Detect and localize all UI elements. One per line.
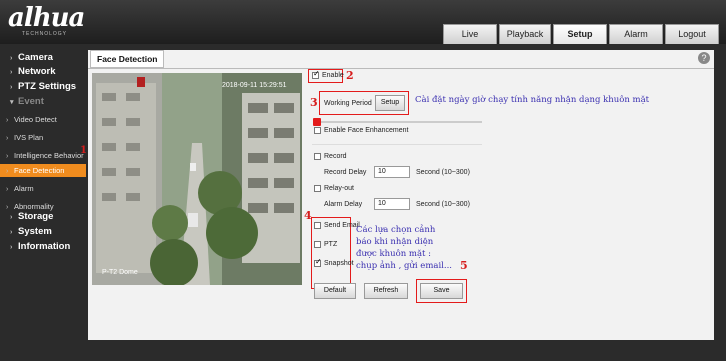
snapshot-checkbox[interactable] bbox=[314, 257, 322, 267]
chevron-right-icon: › bbox=[6, 153, 9, 160]
record-delay-unit: Second (10~300) bbox=[416, 169, 470, 176]
chevron-down-icon: ▾ bbox=[10, 99, 14, 106]
alarm-delay-input[interactable]: 10 bbox=[374, 198, 410, 210]
video-timestamp-overlay: 2018-09-11 15:29:51 bbox=[222, 82, 287, 89]
annotation-note-working-period: Cài đặt ngày giờ chạy tính năng nhận dạn… bbox=[415, 95, 650, 105]
sidebar-item-ivs-plan[interactable]: › IVS Plan bbox=[0, 131, 86, 145]
working-period-label: Working Period bbox=[324, 100, 372, 107]
logo-subtitle: TECHNOLOGY bbox=[22, 31, 68, 37]
snapshot-label: Snapshot bbox=[324, 260, 354, 267]
face-enhancement-label: Enable Face Enhancement bbox=[324, 127, 409, 134]
chevron-right-icon: › bbox=[6, 135, 9, 142]
record-delay-label: Record Delay bbox=[324, 169, 367, 176]
live-video-preview: 2018-09-11 15:29:51 P-T2 Dome bbox=[92, 73, 302, 285]
chevron-right-icon: › bbox=[6, 186, 9, 193]
refresh-button[interactable]: Refresh bbox=[364, 283, 408, 299]
sidebar-item-camera[interactable]: › Camera bbox=[0, 51, 86, 65]
enable-label: Enable bbox=[322, 72, 344, 79]
annotation-number-3: 3 bbox=[310, 96, 318, 109]
relay-out-checkbox[interactable] bbox=[314, 185, 321, 192]
chevron-right-icon: › bbox=[10, 69, 13, 76]
sidebar-item-network[interactable]: › Network bbox=[0, 65, 86, 79]
tab-playback[interactable]: Playback bbox=[499, 24, 551, 44]
annotation-number-1: 1 bbox=[80, 145, 87, 156]
sidebar-item-face-detection[interactable]: › Face Detection bbox=[0, 164, 86, 177]
record-checkbox[interactable] bbox=[314, 153, 321, 160]
setup-button[interactable]: Setup bbox=[375, 95, 405, 111]
dahua-logo: alhua bbox=[8, 3, 85, 33]
chevron-right-icon: › bbox=[6, 117, 9, 124]
alarm-delay-label: Alarm Delay bbox=[324, 201, 363, 208]
annotation-note-actions-4: chụp ảnh , gửi email... bbox=[356, 261, 453, 271]
chevron-right-icon: › bbox=[10, 55, 13, 62]
alarm-delay-unit: Second (10~300) bbox=[416, 201, 470, 208]
sidebar-item-information[interactable]: › Information bbox=[0, 240, 86, 254]
sidebar-item-storage[interactable]: › Storage bbox=[0, 210, 86, 224]
divider bbox=[312, 144, 482, 145]
relay-out-label: Relay-out bbox=[324, 185, 354, 192]
chevron-right-icon: › bbox=[6, 168, 9, 175]
sidebar-item-video-detect[interactable]: › Video Detect bbox=[0, 113, 86, 127]
tab-setup[interactable]: Setup bbox=[553, 24, 607, 44]
content-body: 2018-09-11 15:29:51 P-T2 Dome Enable 2 3… bbox=[88, 68, 714, 340]
save-button[interactable]: Save bbox=[420, 283, 463, 299]
tab-alarm[interactable]: Alarm bbox=[609, 24, 663, 44]
sidebar-item-system[interactable]: › System bbox=[0, 225, 86, 239]
tab-logout[interactable]: Logout bbox=[665, 24, 719, 44]
face-enhancement-checkbox[interactable] bbox=[314, 127, 321, 134]
slider-marker-icon bbox=[313, 118, 321, 126]
camera-scene-image bbox=[92, 73, 302, 285]
annotation-note-actions-1: Các lựa chọn cảnh bbox=[356, 225, 436, 235]
annotation-note-actions-3: được khuôn mặt : bbox=[356, 249, 431, 259]
annotation-note-actions-2: báo khi nhận diện bbox=[356, 237, 434, 247]
content-panel: Face Detection ? 2018-09-11 15:29:51 P-T… bbox=[88, 50, 714, 340]
enable-checkbox[interactable] bbox=[312, 69, 320, 79]
annotation-number-2: 2 bbox=[346, 69, 354, 82]
sidebar-item-event[interactable]: ▾ Event bbox=[0, 95, 86, 109]
chevron-right-icon: › bbox=[10, 244, 13, 251]
chevron-right-icon: › bbox=[10, 84, 13, 91]
tab-face-detection[interactable]: Face Detection bbox=[90, 50, 165, 68]
sidebar-item-alarm[interactable]: › Alarm bbox=[0, 182, 86, 196]
top-header: alhua TECHNOLOGY Live Playback Setup Ala… bbox=[0, 0, 726, 44]
tab-live[interactable]: Live bbox=[443, 24, 497, 44]
ptz-checkbox[interactable] bbox=[314, 241, 321, 248]
chevron-right-icon: › bbox=[10, 214, 13, 221]
ptz-label: PTZ bbox=[324, 241, 338, 248]
default-button[interactable]: Default bbox=[314, 283, 356, 299]
send-email-checkbox[interactable] bbox=[314, 222, 321, 229]
record-delay-input[interactable]: 10 bbox=[374, 166, 410, 178]
chevron-right-icon: › bbox=[10, 229, 13, 236]
sidebar: › Camera › Network › PTZ Settings ▾ Event › V… bbox=[0, 44, 87, 361]
send-email-label: Send Email bbox=[324, 222, 360, 229]
sidebar-item-intelligence-behavior[interactable]: › Intelligence Behavior bbox=[0, 149, 86, 163]
record-label: Record bbox=[324, 153, 347, 160]
video-camera-name-overlay: P-T2 Dome bbox=[102, 269, 138, 276]
sensitivity-slider-track[interactable] bbox=[314, 121, 482, 123]
help-icon[interactable]: ? bbox=[698, 52, 710, 64]
sidebar-item-ptz-settings[interactable]: › PTZ Settings bbox=[0, 80, 86, 94]
annotation-number-5: 5 bbox=[460, 259, 468, 272]
